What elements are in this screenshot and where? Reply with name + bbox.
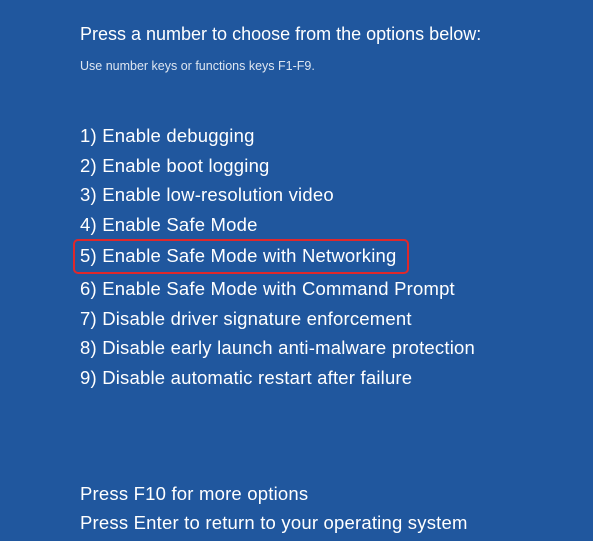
option-label: 1) Enable debugging <box>80 121 255 151</box>
list-item[interactable]: 4) Enable Safe Mode <box>80 210 593 240</box>
option-label: 8) Disable early launch anti-malware pro… <box>80 333 475 363</box>
list-item[interactable]: 8) Disable early launch anti-malware pro… <box>80 333 593 363</box>
list-item[interactable]: 2) Enable boot logging <box>80 151 593 181</box>
page-subtitle: Use number keys or functions keys F1-F9. <box>80 59 593 73</box>
list-item[interactable]: 9) Disable automatic restart after failu… <box>80 363 593 393</box>
footer-text: Press F10 for more options Press Enter t… <box>80 480 593 537</box>
page-title: Press a number to choose from the option… <box>80 24 593 45</box>
list-item[interactable]: 6) Enable Safe Mode with Command Prompt <box>80 274 593 304</box>
option-label-highlighted: 5) Enable Safe Mode with Networking <box>73 239 409 274</box>
option-label: 2) Enable boot logging <box>80 151 270 181</box>
options-list: 1) Enable debugging 2) Enable boot loggi… <box>80 121 593 392</box>
list-item[interactable]: 5) Enable Safe Mode with Networking <box>80 239 593 274</box>
footer-line-1: Press F10 for more options <box>80 480 593 509</box>
list-item[interactable]: 7) Disable driver signature enforcement <box>80 304 593 334</box>
list-item[interactable]: 3) Enable low-resolution video <box>80 180 593 210</box>
option-label: 4) Enable Safe Mode <box>80 210 258 240</box>
footer-line-2: Press Enter to return to your operating … <box>80 509 593 538</box>
option-label: 3) Enable low-resolution video <box>80 180 334 210</box>
option-label: 7) Disable driver signature enforcement <box>80 304 412 334</box>
option-label: 9) Disable automatic restart after failu… <box>80 363 412 393</box>
option-label: 6) Enable Safe Mode with Command Prompt <box>80 274 455 304</box>
list-item[interactable]: 1) Enable debugging <box>80 121 593 151</box>
